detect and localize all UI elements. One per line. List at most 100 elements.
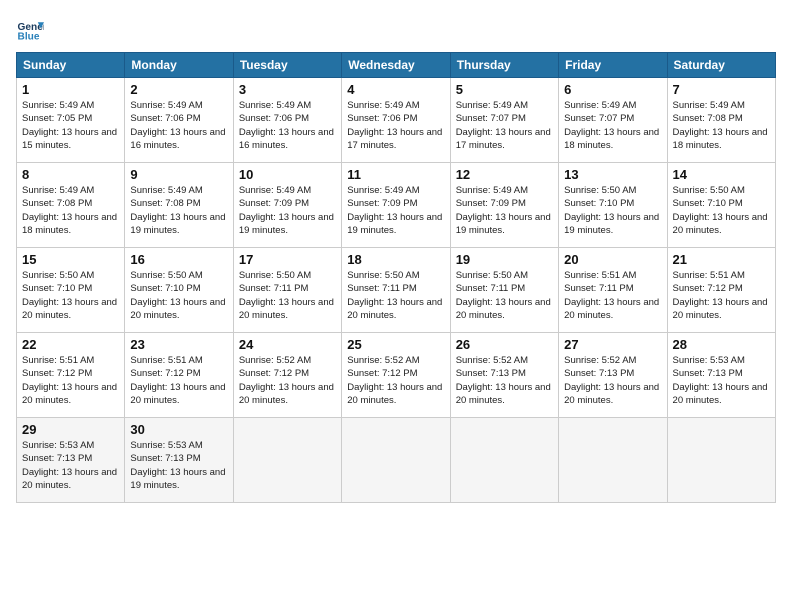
day-info: Sunrise: 5:50 AMSunset: 7:10 PMDaylight:… (22, 270, 117, 321)
day-cell-29: 29 Sunrise: 5:53 AMSunset: 7:13 PMDaylig… (17, 418, 125, 503)
day-info: Sunrise: 5:50 AMSunset: 7:10 PMDaylight:… (130, 270, 225, 321)
day-number: 11 (347, 167, 444, 182)
day-info: Sunrise: 5:53 AMSunset: 7:13 PMDaylight:… (673, 355, 768, 406)
day-number: 2 (130, 82, 227, 97)
day-info: Sunrise: 5:52 AMSunset: 7:13 PMDaylight:… (564, 355, 659, 406)
day-cell-24: 24 Sunrise: 5:52 AMSunset: 7:12 PMDaylig… (233, 333, 341, 418)
day-cell-13: 13 Sunrise: 5:50 AMSunset: 7:10 PMDaylig… (559, 163, 667, 248)
day-info: Sunrise: 5:50 AMSunset: 7:10 PMDaylight:… (673, 185, 768, 236)
page-header: General Blue (16, 16, 776, 44)
day-info: Sunrise: 5:50 AMSunset: 7:10 PMDaylight:… (564, 185, 659, 236)
day-cell-25: 25 Sunrise: 5:52 AMSunset: 7:12 PMDaylig… (342, 333, 450, 418)
day-cell-30: 30 Sunrise: 5:53 AMSunset: 7:13 PMDaylig… (125, 418, 233, 503)
day-cell-16: 16 Sunrise: 5:50 AMSunset: 7:10 PMDaylig… (125, 248, 233, 333)
day-info: Sunrise: 5:50 AMSunset: 7:11 PMDaylight:… (456, 270, 551, 321)
day-info: Sunrise: 5:50 AMSunset: 7:11 PMDaylight:… (239, 270, 334, 321)
day-info: Sunrise: 5:49 AMSunset: 7:08 PMDaylight:… (22, 185, 117, 236)
day-cell-11: 11 Sunrise: 5:49 AMSunset: 7:09 PMDaylig… (342, 163, 450, 248)
day-info: Sunrise: 5:49 AMSunset: 7:08 PMDaylight:… (673, 100, 768, 151)
day-cell-9: 9 Sunrise: 5:49 AMSunset: 7:08 PMDayligh… (125, 163, 233, 248)
day-number: 24 (239, 337, 336, 352)
day-number: 13 (564, 167, 661, 182)
day-number: 7 (673, 82, 770, 97)
week-row-5: 29 Sunrise: 5:53 AMSunset: 7:13 PMDaylig… (17, 418, 776, 503)
day-cell-4: 4 Sunrise: 5:49 AMSunset: 7:06 PMDayligh… (342, 78, 450, 163)
day-info: Sunrise: 5:49 AMSunset: 7:05 PMDaylight:… (22, 100, 117, 151)
day-cell-18: 18 Sunrise: 5:50 AMSunset: 7:11 PMDaylig… (342, 248, 450, 333)
day-cell-27: 27 Sunrise: 5:52 AMSunset: 7:13 PMDaylig… (559, 333, 667, 418)
week-row-1: 1 Sunrise: 5:49 AMSunset: 7:05 PMDayligh… (17, 78, 776, 163)
day-number: 18 (347, 252, 444, 267)
day-cell-28: 28 Sunrise: 5:53 AMSunset: 7:13 PMDaylig… (667, 333, 775, 418)
day-info: Sunrise: 5:51 AMSunset: 7:12 PMDaylight:… (130, 355, 225, 406)
day-number: 27 (564, 337, 661, 352)
day-number: 4 (347, 82, 444, 97)
day-info: Sunrise: 5:51 AMSunset: 7:12 PMDaylight:… (22, 355, 117, 406)
day-cell-14: 14 Sunrise: 5:50 AMSunset: 7:10 PMDaylig… (667, 163, 775, 248)
day-number: 20 (564, 252, 661, 267)
day-cell-17: 17 Sunrise: 5:50 AMSunset: 7:11 PMDaylig… (233, 248, 341, 333)
day-number: 3 (239, 82, 336, 97)
day-cell-10: 10 Sunrise: 5:49 AMSunset: 7:09 PMDaylig… (233, 163, 341, 248)
day-info: Sunrise: 5:53 AMSunset: 7:13 PMDaylight:… (130, 440, 225, 491)
col-header-thursday: Thursday (450, 53, 558, 78)
day-cell-15: 15 Sunrise: 5:50 AMSunset: 7:10 PMDaylig… (17, 248, 125, 333)
day-info: Sunrise: 5:52 AMSunset: 7:13 PMDaylight:… (456, 355, 551, 406)
week-row-2: 8 Sunrise: 5:49 AMSunset: 7:08 PMDayligh… (17, 163, 776, 248)
col-header-friday: Friday (559, 53, 667, 78)
day-cell-2: 2 Sunrise: 5:49 AMSunset: 7:06 PMDayligh… (125, 78, 233, 163)
day-number: 8 (22, 167, 119, 182)
day-number: 17 (239, 252, 336, 267)
day-number: 1 (22, 82, 119, 97)
day-number: 29 (22, 422, 119, 437)
empty-cell (233, 418, 341, 503)
calendar-table: SundayMondayTuesdayWednesdayThursdayFrid… (16, 52, 776, 503)
day-info: Sunrise: 5:49 AMSunset: 7:06 PMDaylight:… (130, 100, 225, 151)
week-row-4: 22 Sunrise: 5:51 AMSunset: 7:12 PMDaylig… (17, 333, 776, 418)
day-info: Sunrise: 5:52 AMSunset: 7:12 PMDaylight:… (347, 355, 442, 406)
day-cell-1: 1 Sunrise: 5:49 AMSunset: 7:05 PMDayligh… (17, 78, 125, 163)
day-info: Sunrise: 5:52 AMSunset: 7:12 PMDaylight:… (239, 355, 334, 406)
day-cell-22: 22 Sunrise: 5:51 AMSunset: 7:12 PMDaylig… (17, 333, 125, 418)
day-info: Sunrise: 5:49 AMSunset: 7:08 PMDaylight:… (130, 185, 225, 236)
day-info: Sunrise: 5:49 AMSunset: 7:07 PMDaylight:… (456, 100, 551, 151)
day-number: 9 (130, 167, 227, 182)
empty-cell (667, 418, 775, 503)
day-number: 19 (456, 252, 553, 267)
day-number: 12 (456, 167, 553, 182)
day-cell-12: 12 Sunrise: 5:49 AMSunset: 7:09 PMDaylig… (450, 163, 558, 248)
day-number: 10 (239, 167, 336, 182)
logo: General Blue (16, 16, 48, 44)
day-info: Sunrise: 5:50 AMSunset: 7:11 PMDaylight:… (347, 270, 442, 321)
day-number: 23 (130, 337, 227, 352)
empty-cell (559, 418, 667, 503)
day-cell-26: 26 Sunrise: 5:52 AMSunset: 7:13 PMDaylig… (450, 333, 558, 418)
day-info: Sunrise: 5:49 AMSunset: 7:09 PMDaylight:… (456, 185, 551, 236)
logo-icon: General Blue (16, 16, 44, 44)
day-info: Sunrise: 5:53 AMSunset: 7:13 PMDaylight:… (22, 440, 117, 491)
day-number: 22 (22, 337, 119, 352)
svg-text:Blue: Blue (18, 31, 40, 42)
day-number: 16 (130, 252, 227, 267)
day-number: 5 (456, 82, 553, 97)
col-header-wednesday: Wednesday (342, 53, 450, 78)
empty-cell (342, 418, 450, 503)
day-info: Sunrise: 5:49 AMSunset: 7:09 PMDaylight:… (239, 185, 334, 236)
calendar-header-row: SundayMondayTuesdayWednesdayThursdayFrid… (17, 53, 776, 78)
day-number: 6 (564, 82, 661, 97)
day-cell-5: 5 Sunrise: 5:49 AMSunset: 7:07 PMDayligh… (450, 78, 558, 163)
day-number: 15 (22, 252, 119, 267)
day-number: 26 (456, 337, 553, 352)
day-number: 25 (347, 337, 444, 352)
day-info: Sunrise: 5:51 AMSunset: 7:12 PMDaylight:… (673, 270, 768, 321)
col-header-sunday: Sunday (17, 53, 125, 78)
day-number: 30 (130, 422, 227, 437)
col-header-tuesday: Tuesday (233, 53, 341, 78)
col-header-monday: Monday (125, 53, 233, 78)
day-cell-8: 8 Sunrise: 5:49 AMSunset: 7:08 PMDayligh… (17, 163, 125, 248)
day-info: Sunrise: 5:49 AMSunset: 7:07 PMDaylight:… (564, 100, 659, 151)
day-number: 14 (673, 167, 770, 182)
day-cell-21: 21 Sunrise: 5:51 AMSunset: 7:12 PMDaylig… (667, 248, 775, 333)
day-info: Sunrise: 5:49 AMSunset: 7:06 PMDaylight:… (347, 100, 442, 151)
day-number: 21 (673, 252, 770, 267)
